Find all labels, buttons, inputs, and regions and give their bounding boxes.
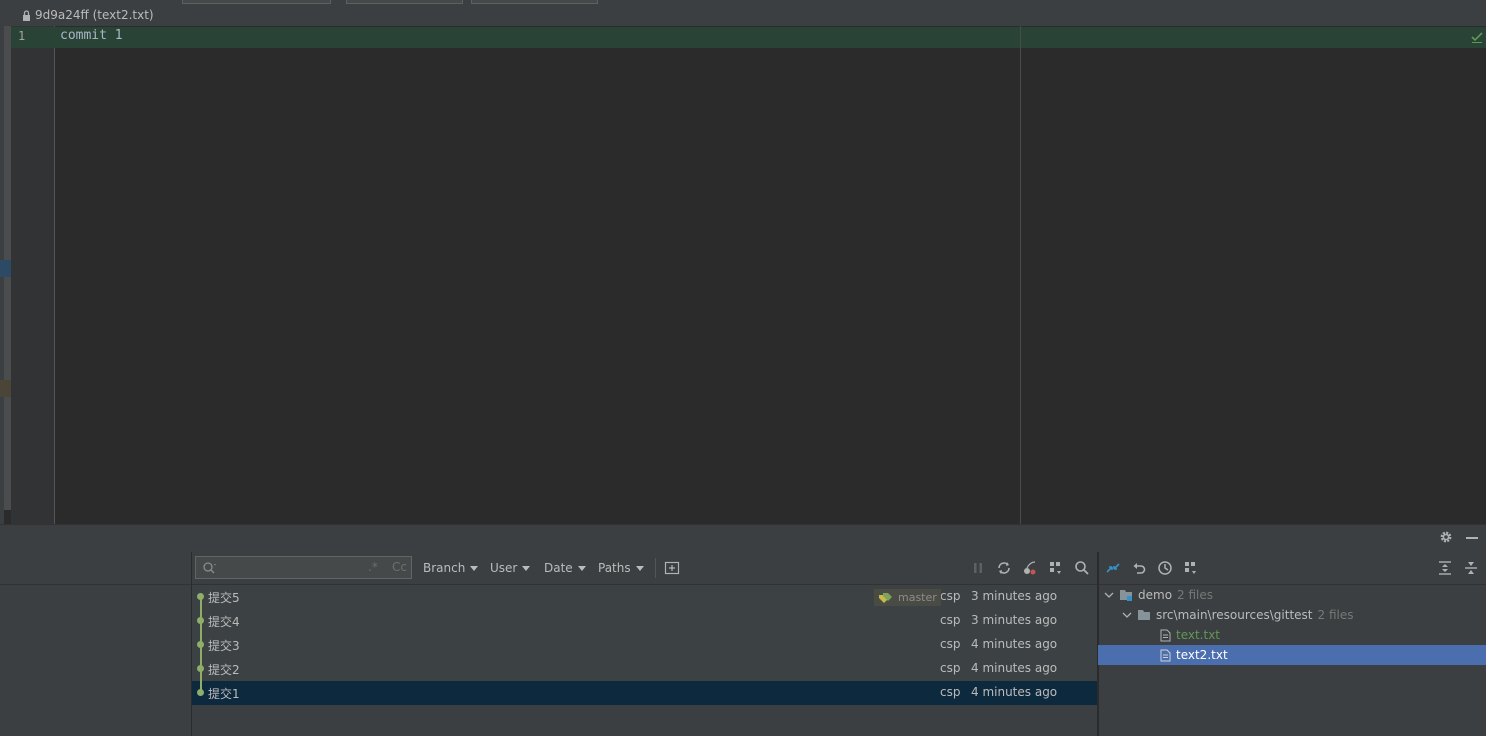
commit-subject: 提交4 [208,615,240,629]
gear-icon[interactable] [1439,530,1453,544]
file-revision-text: 9d9a24ff (text2.txt) [35,8,154,22]
change-marker-modified [0,260,11,277]
right-margin-guide [1020,26,1021,524]
added-line-highlight [11,27,1486,48]
commit-row[interactable]: 提交3 csp 4 minutes ago [192,633,1097,657]
module-folder-icon [1120,590,1132,601]
chevron-down-icon [635,565,644,571]
commit-graph-node [197,593,204,600]
show-diff-icon[interactable] [1105,560,1121,576]
minimize-icon[interactable] [1466,537,1478,539]
commit-author: csp [940,661,961,675]
commit-row[interactable]: 提交5 csp 3 minutes ago [192,585,1097,609]
lock-icon [23,9,30,21]
commit-graph-node [197,689,204,696]
cherry-pick-icon[interactable] [1022,560,1038,576]
tree-node-file[interactable]: text.txt [1160,625,1220,645]
commit-date: 4 minutes ago [971,685,1058,699]
directory-file-count: 2 files [1317,608,1354,622]
commit-subject: 提交2 [208,663,240,677]
commit-subject: 提交5 [208,591,240,605]
history-icon[interactable] [1157,560,1173,576]
log-search-input[interactable]: .* Cc [195,556,412,579]
module-name: demo [1138,588,1173,602]
toolbar-combo-1[interactable] [182,0,331,4]
commit-row[interactable]: 提交2 csp 4 minutes ago [192,657,1097,681]
paths-filter[interactable]: Paths [598,561,644,575]
branch-filter[interactable]: Branch [423,561,479,575]
search-icon[interactable] [1074,560,1090,576]
branches-pane [0,552,192,736]
commit-date: 4 minutes ago [971,637,1058,651]
line-number: 1 [18,29,26,43]
selected-file-highlight [1098,645,1486,665]
refresh-icon[interactable] [996,560,1012,576]
date-filter-label: Date [544,561,573,575]
text-file-icon [1160,649,1171,661]
commit-graph-node [197,641,204,648]
commit-row-selected[interactable]: 提交1 csp 4 minutes ago [192,681,1097,705]
commit-date: 4 minutes ago [971,661,1058,675]
commit-author: csp [940,637,961,651]
revert-icon[interactable] [1131,560,1147,576]
folder-icon [1138,610,1150,620]
commit-subject: 提交1 [208,687,240,701]
commit-subject: 提交3 [208,639,240,653]
module-file-count: 2 files [1177,588,1214,602]
commit-row[interactable]: 提交4 csp 3 minutes ago [192,609,1097,633]
date-filter[interactable]: Date [544,561,586,575]
toolbar-combo-3[interactable] [471,0,598,4]
git-panel-header [0,524,1486,552]
search-icon [203,562,216,574]
branch-filter-label: Branch [423,561,466,575]
toolbar-combo-2[interactable] [346,0,463,4]
regex-toggle[interactable]: .* [368,560,378,574]
editor-gutter [11,26,55,524]
code-line[interactable]: commit 1 [60,28,123,43]
new-tab-icon[interactable] [664,560,680,576]
chevron-down-icon[interactable] [1122,610,1132,620]
chevron-down-icon [522,565,531,571]
collapse-all-icon[interactable] [1463,560,1479,576]
tree-node-directory[interactable]: src\main\resources\gittest 2 files [1122,605,1353,625]
toolbar-separator [655,558,656,578]
commit-date: 3 minutes ago [971,589,1058,603]
user-filter[interactable]: User [490,561,531,575]
chevron-down-icon[interactable] [1104,590,1114,600]
branch-ref-text: master [898,591,937,604]
commit-graph-node [197,665,204,672]
text-file-icon [1160,629,1171,641]
commit-date: 3 minutes ago [971,613,1058,627]
file-name: text2.txt [1176,648,1228,662]
commit-author: csp [940,613,961,627]
branch-ref-label: master [874,589,941,606]
commit-graph-node [197,617,204,624]
tree-node-module[interactable]: demo 2 files [1104,585,1213,605]
pause-icon[interactable] [970,560,986,576]
chevron-down-icon [470,565,479,571]
expand-all-icon[interactable] [1437,560,1453,576]
tree-node-file-selected[interactable]: text2.txt [1160,645,1228,665]
file-revision-label: 9d9a24ff (text2.txt) [22,7,154,23]
user-filter-label: User [490,561,518,575]
file-name: text.txt [1176,628,1221,642]
inspection-ok-icon[interactable] [1470,30,1484,44]
chevron-down-icon [577,565,586,571]
group-by-icon[interactable] [1183,560,1199,576]
view-options-icon[interactable] [1048,560,1064,576]
commit-author: csp [940,685,961,699]
change-marker-warning [0,380,11,397]
commit-author: csp [940,589,961,603]
match-case-toggle[interactable]: Cc [392,560,407,574]
paths-filter-label: Paths [598,561,631,575]
tag-icon [879,592,892,603]
branches-pane-divider [0,584,191,585]
directory-name: src\main\resources\gittest [1156,608,1313,622]
